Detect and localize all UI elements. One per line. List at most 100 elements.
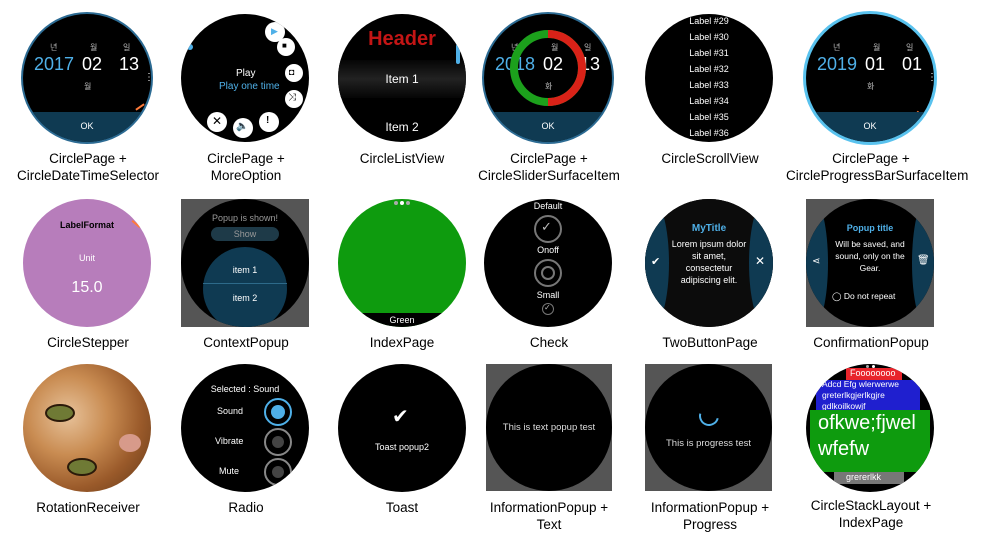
stepper-unit: Unit	[78, 253, 95, 263]
alert-button[interactable]: !	[259, 112, 279, 132]
context-item-1[interactable]: item 1	[181, 265, 309, 275]
year-header: 년	[50, 43, 58, 52]
month-header: 월	[873, 43, 881, 52]
divider	[203, 283, 287, 284]
toast-text: Toast popup2	[374, 442, 430, 452]
popup-text: Popup is shown!	[211, 213, 279, 223]
index-dot	[866, 365, 869, 368]
month-value[interactable]: 02	[82, 54, 102, 75]
watch-date-time-selector: 년 월 일 2017 02 13 월 ⋮ OK	[23, 14, 151, 142]
play-icon: ▶	[271, 26, 278, 36]
bezel-indicator	[135, 103, 145, 111]
caption-8: ContextPopup	[203, 335, 289, 350]
list-item[interactable]: Item 1	[338, 60, 466, 98]
radio-sound-label: Sound	[217, 406, 244, 416]
body-line: Gear.	[859, 263, 881, 273]
stepper-value[interactable]: 15.0	[23, 279, 151, 297]
day-value[interactable]: 13	[119, 54, 139, 75]
volume-button[interactable]: 🔈	[233, 118, 253, 138]
page-title: MyTitle	[691, 223, 727, 234]
context-menu	[203, 247, 287, 327]
radio-mute-label: Mute	[219, 466, 240, 476]
caption-9: IndexPage	[369, 335, 435, 350]
watch-circle-scroll-view: Label #29 Label #30 Label #31 Label #32 …	[645, 14, 773, 142]
more-options-icon[interactable]: ⋮	[927, 72, 934, 83]
shuffle-icon: ⤨	[288, 92, 296, 103]
radio-sound[interactable]	[264, 398, 292, 426]
option-title: Play	[236, 68, 256, 79]
month-value[interactable]: 01	[865, 54, 885, 75]
scroll-label: Label #36	[689, 128, 729, 138]
scroll-label: Label #29	[689, 16, 729, 26]
watch-more-option: Play Play one time ▶ ■ ◘ ⤨ ! 🔈 ✕	[181, 14, 309, 142]
list-header: Header	[368, 28, 436, 50]
stop-button[interactable]: ■	[277, 38, 295, 56]
scroll-label: Label #30	[689, 32, 729, 42]
watch-circle-slider: 년 월 일 2018 02 13 화 OK	[484, 14, 612, 142]
day-value[interactable]: 01	[902, 54, 922, 75]
more-options-icon[interactable]: ⋮	[144, 72, 151, 83]
caption-1: CirclePage + CircleDateTimeSelector	[16, 151, 160, 183]
scroll-label: Label #33	[689, 80, 729, 90]
ok-button[interactable]: OK	[806, 112, 934, 142]
scroll-label: Label #31	[689, 48, 729, 58]
check-default[interactable]: ✓	[534, 215, 562, 243]
watch-circle-stepper: LabelFormat Unit 15.0	[23, 199, 151, 327]
volume-icon: 🔈	[236, 121, 249, 132]
watch-two-button-page: ✔ ✕ MyTitle Lorem ipsum dolor sit amet, …	[645, 199, 773, 327]
small-check-icon: ✓	[544, 303, 551, 312]
caption-17: InformationPopup + Progress	[650, 500, 770, 532]
check-icon: ✓	[541, 219, 552, 234]
context-item-2[interactable]: item 2	[181, 293, 309, 303]
year-value[interactable]: 2019	[817, 54, 857, 75]
body-line: adipiscing elit.	[680, 275, 738, 285]
caption-11: TwoButtonPage	[662, 335, 758, 350]
ok-button[interactable]: OK	[484, 112, 612, 142]
watch-information-popup-progress[interactable]: This is progress test	[645, 364, 772, 491]
month-header: 월	[90, 43, 98, 52]
blue-stack-text: Adcd Efg wlerwerwe	[822, 379, 900, 389]
confirmation-popup-background: ⋖ 🗑 Popup title Will be saved, and sound…	[806, 199, 934, 327]
radio-vibrate[interactable]	[264, 428, 292, 456]
slider-ring[interactable]	[508, 28, 588, 108]
alert-icon: !	[266, 115, 270, 126]
cat-nose	[119, 434, 141, 452]
camera-button[interactable]: ◘	[285, 64, 303, 82]
radio-mute[interactable]	[264, 458, 292, 486]
option-subtitle: Play one time	[219, 81, 280, 92]
body-line: sit amet,	[691, 251, 726, 261]
green-stack-item: ofkwe;fjwel wfefw	[810, 410, 930, 472]
watch-toast: ✔ Toast popup2	[338, 364, 466, 492]
watch-information-popup-text[interactable]: This is text popup test	[486, 364, 612, 491]
caption-7: CircleStepper	[47, 335, 129, 350]
ok-button[interactable]: OK	[23, 112, 151, 142]
check-onoff[interactable]	[534, 259, 562, 287]
gray-stack-text: grererlkk	[846, 472, 882, 482]
check-circle-icon: ◯	[832, 291, 842, 301]
watch-index-page: Green	[338, 199, 466, 327]
check-small[interactable]: ✓	[542, 303, 554, 315]
year-value[interactable]: 2017	[34, 54, 74, 75]
caption-3: CircleListView	[359, 151, 445, 166]
shuffle-button[interactable]: ⤨	[285, 90, 303, 108]
context-popup-background: Popup is shown! Show item 1 item 2	[181, 199, 309, 327]
progress-spinner	[695, 402, 723, 430]
scroll-label: Label #35	[689, 112, 729, 122]
caption-16: InformationPopup + Text	[489, 500, 609, 532]
caption-4: CirclePage + CircleSliderSurfaceItem	[478, 151, 620, 183]
progress-popup-background: This is progress test	[645, 364, 772, 491]
show-label: Show	[233, 229, 257, 239]
blue-stack-text: greterlkgjerlkgjre	[822, 390, 885, 400]
scroll-label: Label #32	[689, 64, 729, 74]
body-line: sound, only on the	[835, 251, 905, 261]
popup-text: This is text popup test	[502, 422, 596, 433]
green-stack-text: wfefw	[818, 438, 870, 460]
list-item-2[interactable]: Item 2	[338, 120, 466, 134]
do-not-repeat-check[interactable]: ◯ Do not repeat	[832, 291, 895, 302]
close-button[interactable]: ✕	[207, 112, 227, 132]
do-not-repeat-label: Do not repeat	[843, 291, 896, 301]
ok-label: OK	[80, 121, 94, 131]
radio-selected-label: Selected : Sound	[210, 384, 280, 394]
show-button[interactable]: Show	[211, 227, 279, 241]
watch-radio: Selected : Sound Sound Vibrate Mute	[181, 364, 309, 492]
